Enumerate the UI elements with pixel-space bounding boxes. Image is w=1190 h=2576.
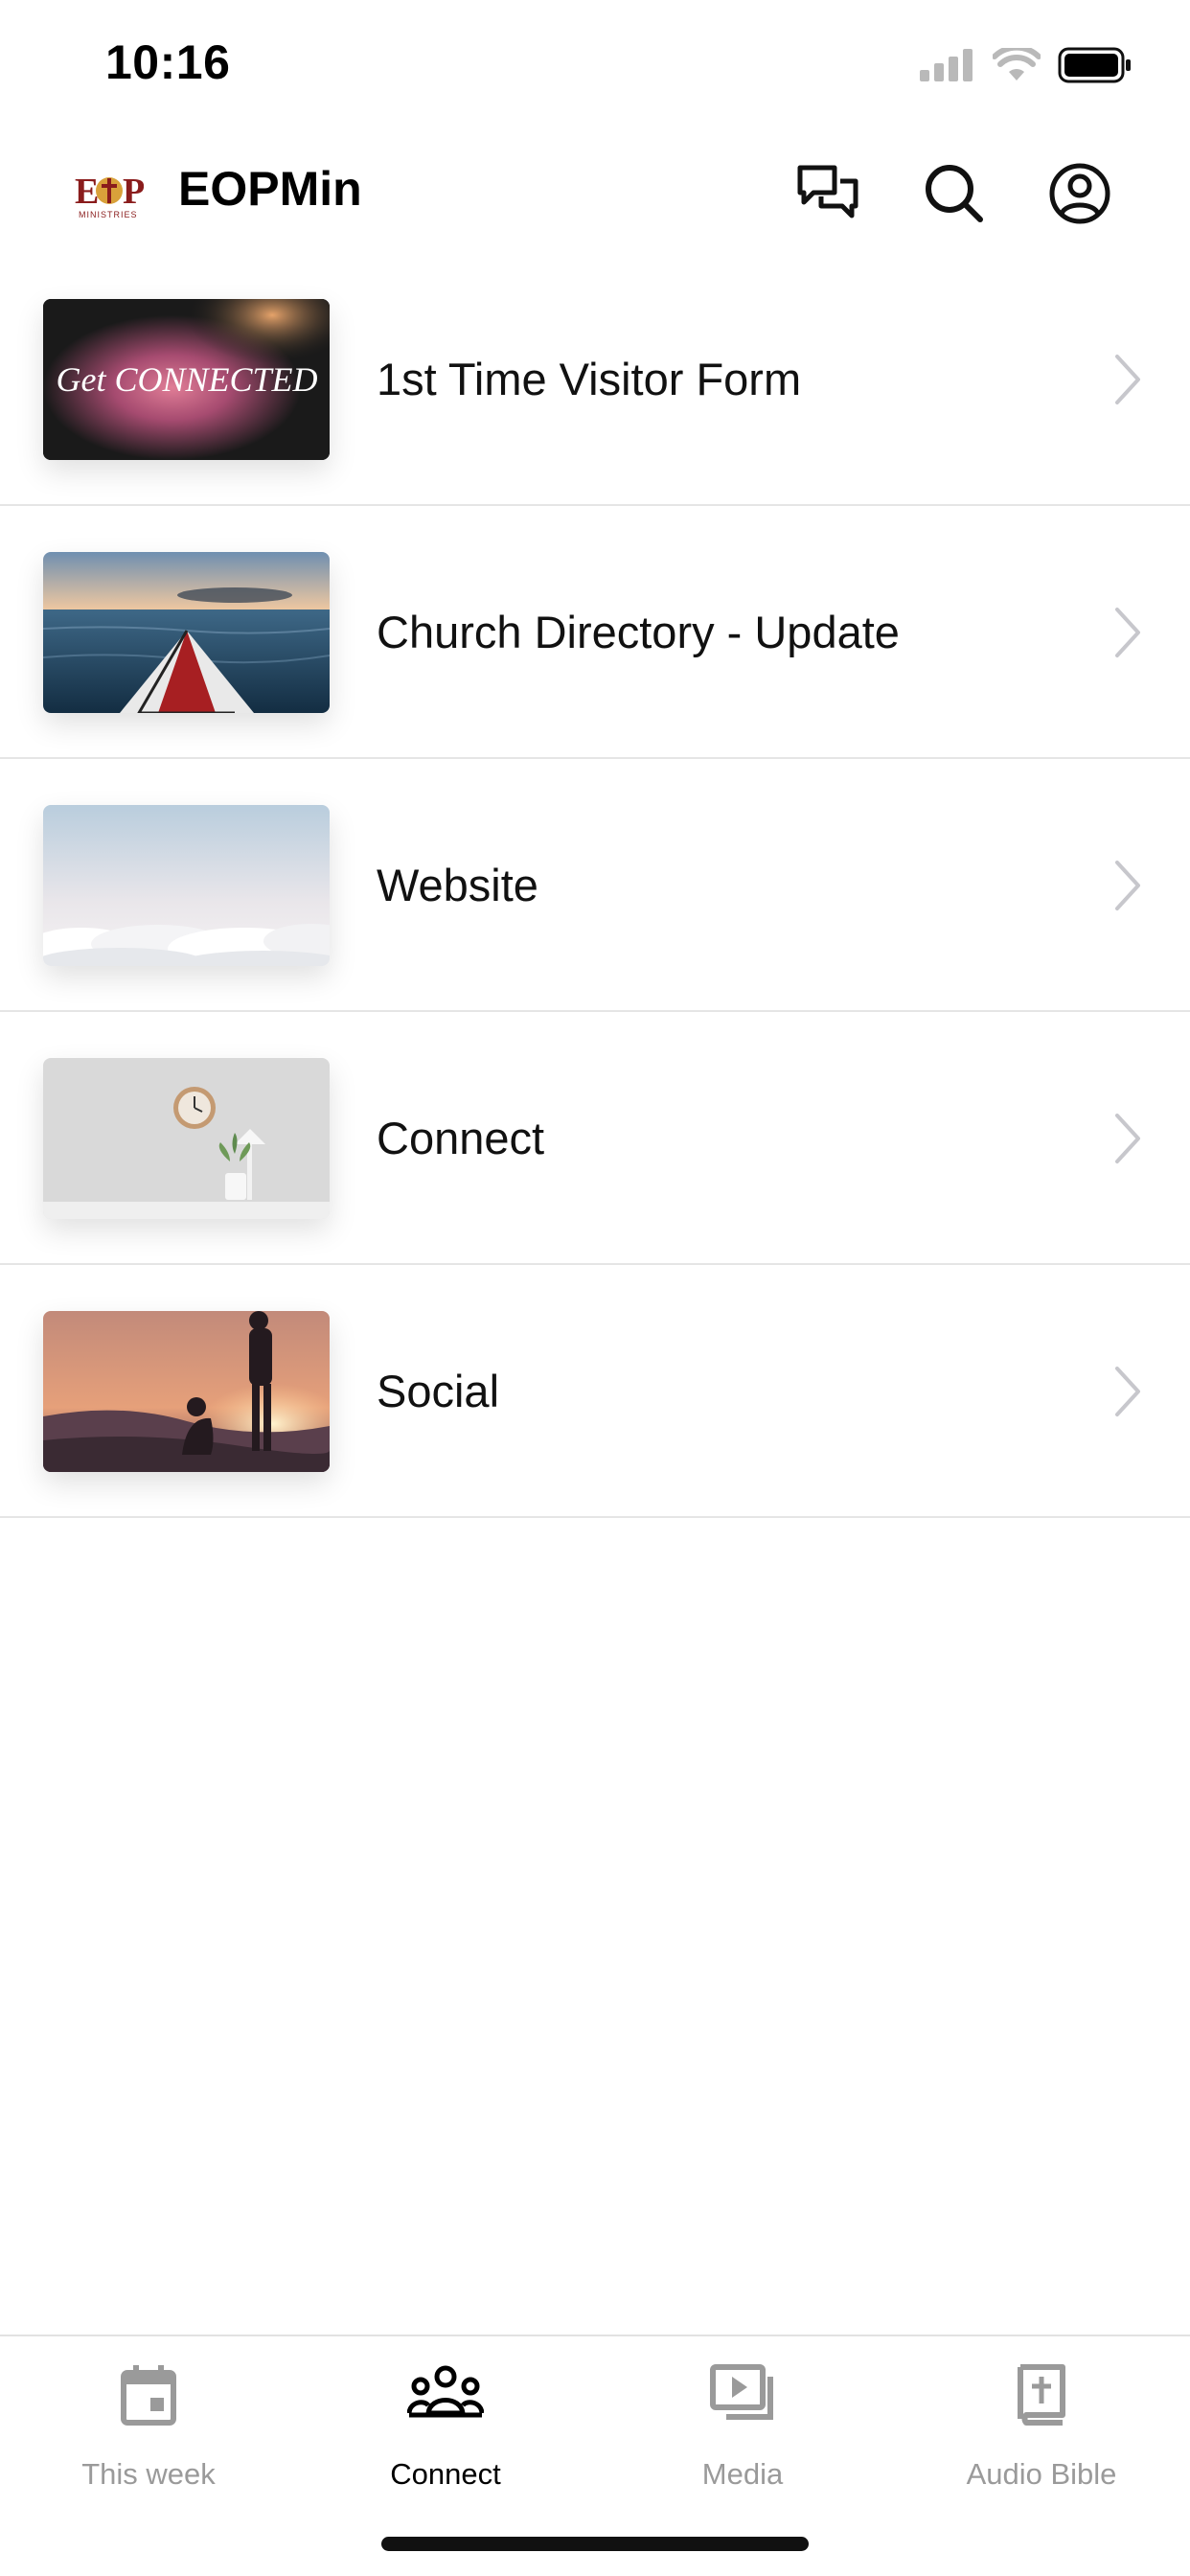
media-icon <box>710 2364 773 2420</box>
svg-text:E: E <box>75 172 99 212</box>
calendar-icon <box>121 2365 176 2426</box>
thumbnail-kayak <box>43 552 330 713</box>
account-icon <box>1049 163 1110 224</box>
search-button[interactable] <box>916 155 993 232</box>
list-item-website[interactable]: Website <box>0 759 1190 1012</box>
people-icon <box>407 2365 484 2418</box>
list-item-visitor-form[interactable]: Get CONNECTED 1st Time Visitor Form <box>0 253 1190 506</box>
thumbnail-get-connected: Get CONNECTED <box>43 299 330 460</box>
item-label: Social <box>377 1366 500 1416</box>
tab-media[interactable]: Media <box>594 2336 891 2509</box>
status-icons <box>920 44 1133 86</box>
tab-label: This week <box>81 2457 216 2491</box>
app-logo: E P MINISTRIES <box>75 172 144 219</box>
search-icon <box>926 165 983 222</box>
battery-icon <box>1058 47 1131 83</box>
item-label: Website <box>377 860 538 910</box>
app-header: E P MINISTRIES EOPMin <box>0 134 1190 249</box>
chevron-right-icon <box>1115 861 1140 910</box>
chat-button[interactable] <box>790 155 866 232</box>
home-indicator[interactable] <box>381 2537 809 2551</box>
account-button[interactable] <box>1041 155 1118 232</box>
thumbnail-text: Get CONNECTED <box>56 360 317 399</box>
thumbnail-clouds <box>43 805 330 966</box>
tab-this-week[interactable]: This week <box>0 2336 297 2509</box>
chevron-right-icon <box>1115 608 1140 657</box>
tab-label: Audio Bible <box>966 2457 1117 2491</box>
svg-text:MINISTRIES: MINISTRIES <box>79 210 138 219</box>
screen: 10:16 E P MINISTRIES EOPMin Get CONNECTE… <box>0 0 1190 2576</box>
chat-icon <box>797 165 858 218</box>
list-item-social[interactable]: Social <box>0 1265 1190 1518</box>
bible-icon <box>1018 2364 1065 2426</box>
tab-label: Connect <box>390 2457 501 2491</box>
tab-audio-bible[interactable]: Audio Bible <box>893 2336 1190 2509</box>
item-label: 1st Time Visitor Form <box>377 354 802 404</box>
status-bar: 10:16 <box>0 0 1190 129</box>
item-label: Church Directory - Update <box>377 607 900 657</box>
chevron-right-icon <box>1115 1367 1140 1416</box>
tab-label: Media <box>701 2457 784 2491</box>
wifi-icon <box>993 48 1041 80</box>
thumbnail-clock-room <box>43 1058 330 1219</box>
thumbnail-sunset-hikers <box>43 1311 330 1472</box>
status-time: 10:16 <box>105 35 231 89</box>
item-label: Connect <box>377 1113 545 1163</box>
connect-list: Get CONNECTED 1st Time Visitor Form Chur… <box>0 253 1190 1518</box>
list-item-church-directory[interactable]: Church Directory - Update <box>0 506 1190 759</box>
tab-connect[interactable]: Connect <box>297 2336 594 2509</box>
app-title: EOPMin <box>178 162 362 216</box>
chevron-right-icon <box>1115 355 1140 404</box>
chevron-right-icon <box>1115 1114 1140 1163</box>
signal-icon <box>920 49 973 81</box>
svg-text:P: P <box>123 172 144 212</box>
list-item-connect[interactable]: Connect <box>0 1012 1190 1265</box>
